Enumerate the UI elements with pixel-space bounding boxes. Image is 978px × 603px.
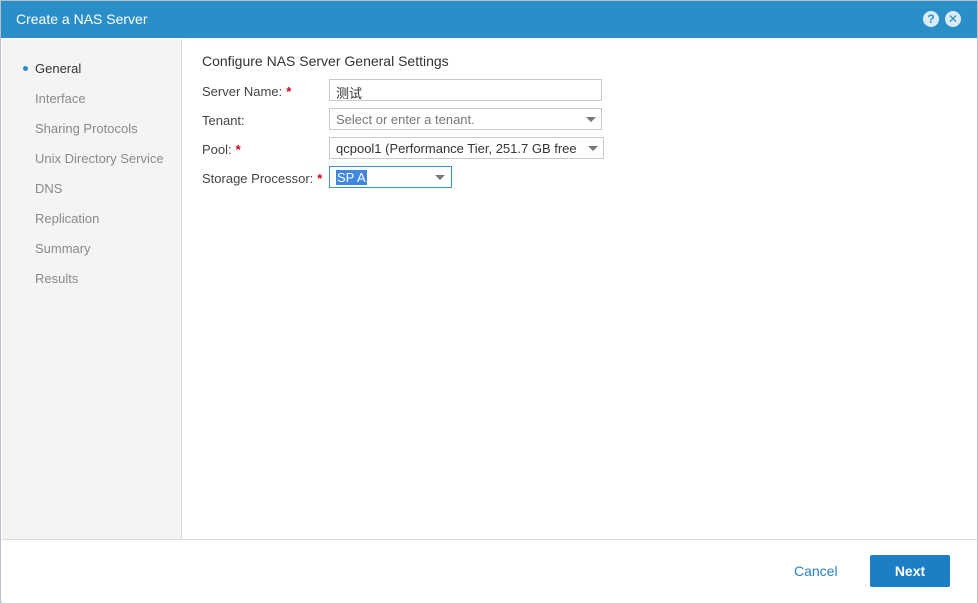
tenant-combobox[interactable]: Select or enter a tenant. [329, 108, 602, 130]
storage-processor-select[interactable]: SP A [329, 166, 452, 188]
storage-processor-label-text: Storage Processor: [202, 171, 314, 186]
wizard-content: Configure NAS Server General Settings Se… [182, 39, 977, 539]
close-icon[interactable]: ✕ [945, 11, 961, 27]
sidebar-item-replication[interactable]: Replication [35, 211, 99, 226]
required-marker: * [286, 84, 292, 99]
pool-value: qcpool1 (Performance Tier, 251.7 GB free [336, 141, 577, 156]
sidebar-item-interface[interactable]: Interface [35, 91, 86, 106]
sidebar-item-sharing-protocols[interactable]: Sharing Protocols [35, 121, 138, 136]
storage-processor-value: SP A [336, 170, 367, 185]
cancel-button[interactable]: Cancel [794, 563, 838, 579]
server-name-value: 测试 [336, 86, 363, 101]
wizard-steps-sidebar: General Interface Sharing Protocols Unix… [2, 39, 182, 539]
sidebar-item-unix-directory-service[interactable]: Unix Directory Service [35, 151, 164, 166]
sidebar-item-results[interactable]: Results [35, 271, 78, 286]
pool-select[interactable]: qcpool1 (Performance Tier, 251.7 GB free [329, 137, 604, 159]
next-button[interactable]: Next [870, 555, 950, 587]
required-marker: * [235, 142, 241, 157]
dialog-title: Create a NAS Server [16, 11, 148, 27]
chevron-down-icon[interactable] [435, 175, 445, 180]
required-marker: * [317, 171, 323, 186]
help-icon[interactable]: ? [923, 11, 939, 27]
sidebar-item-dns[interactable]: DNS [35, 181, 62, 196]
pool-label: Pool: * [202, 142, 241, 157]
server-name-label-text: Server Name: [202, 84, 283, 99]
tenant-label: Tenant: [202, 113, 245, 128]
server-name-label: Server Name: * [202, 84, 291, 99]
tenant-placeholder: Select or enter a tenant. [336, 112, 475, 127]
sidebar-item-summary[interactable]: Summary [35, 241, 91, 256]
dialog-footer: Cancel Next [2, 539, 977, 603]
section-title: Configure NAS Server General Settings [202, 53, 449, 69]
storage-processor-label: Storage Processor: * [202, 171, 322, 186]
sidebar-item-general[interactable]: General [35, 61, 81, 76]
create-nas-server-dialog: Create a NAS Server ? ✕ General Interfac… [0, 0, 978, 603]
chevron-down-icon[interactable] [586, 117, 596, 122]
server-name-input[interactable]: 测试 [329, 79, 602, 101]
active-step-indicator [23, 66, 28, 71]
pool-label-text: Pool: [202, 142, 232, 157]
dialog-titlebar: Create a NAS Server ? ✕ [1, 1, 977, 38]
chevron-down-icon[interactable] [588, 146, 598, 151]
